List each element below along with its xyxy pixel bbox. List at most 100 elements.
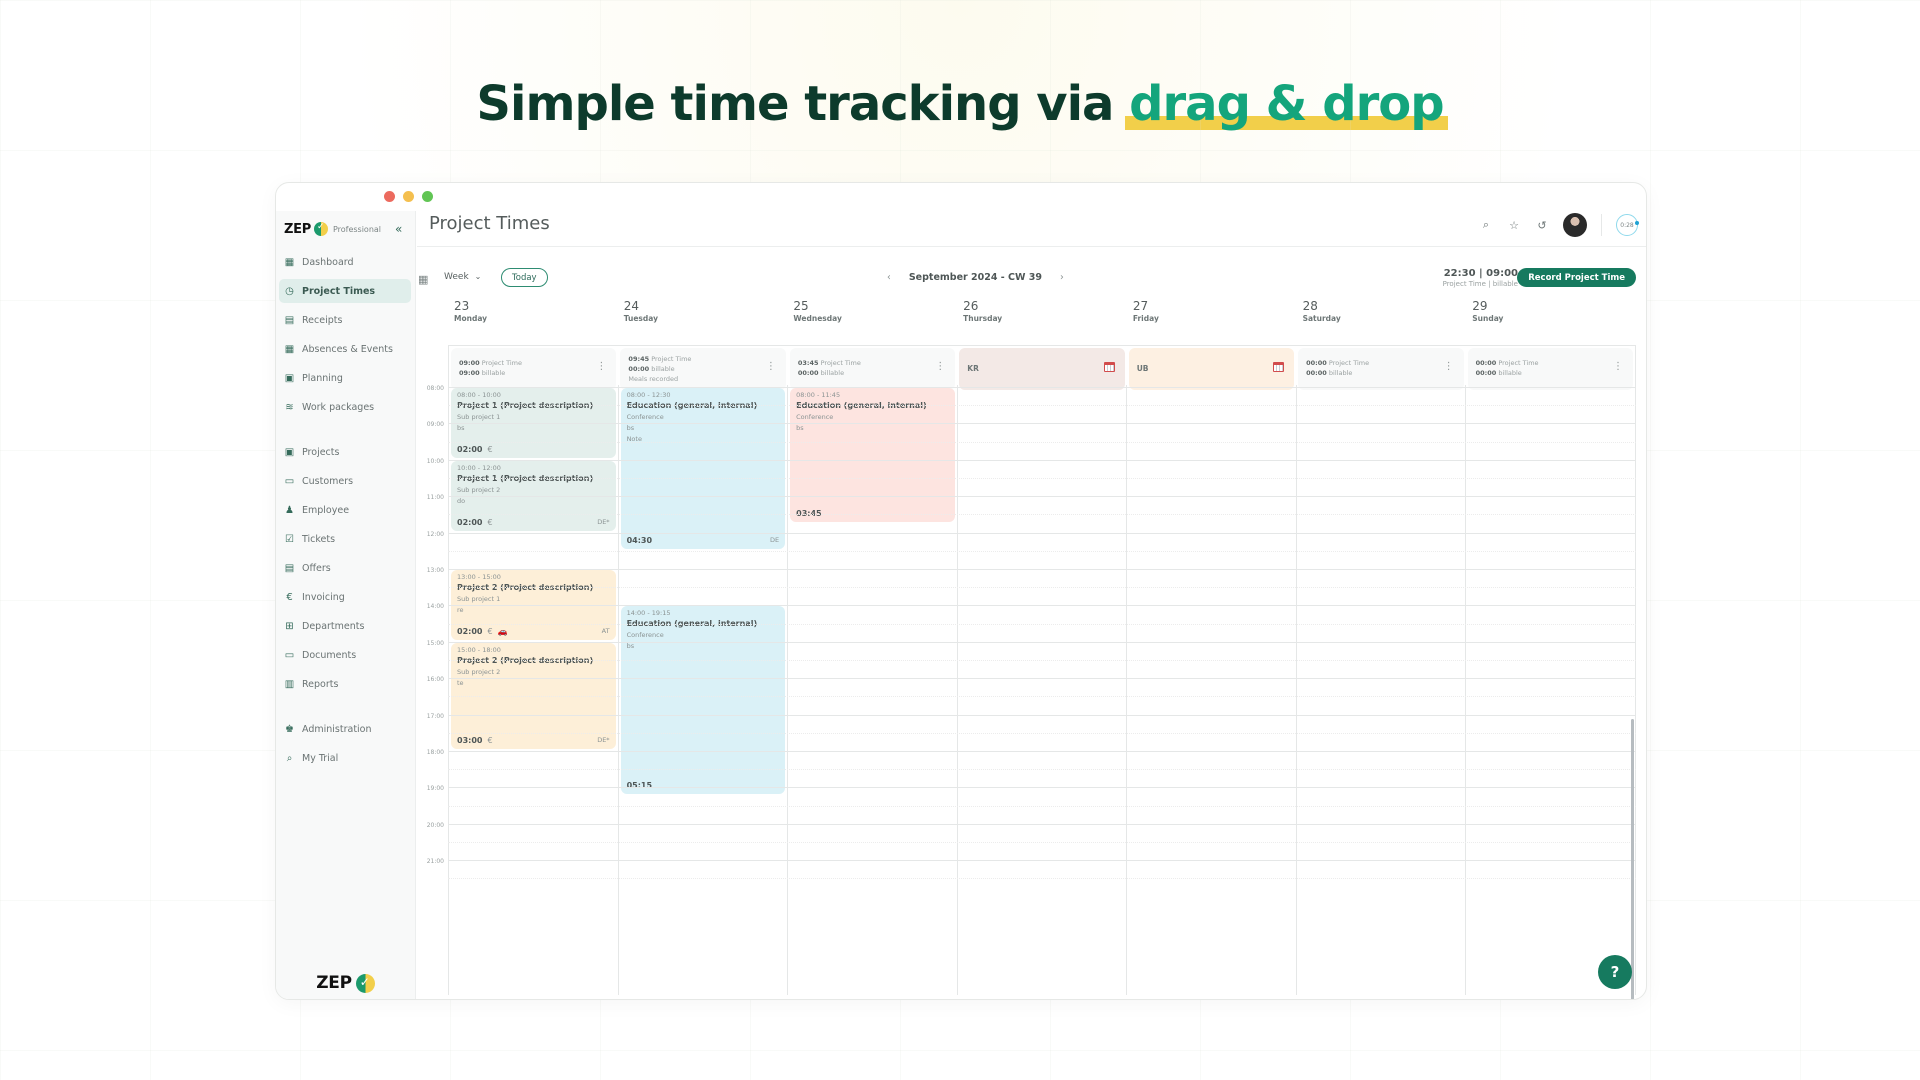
entry-region: DE* [597, 735, 610, 744]
sidebar-item-label: Invoicing [302, 591, 345, 603]
day-header: 26 Thursday [957, 299, 1127, 335]
day-header: 28 Saturday [1297, 299, 1467, 335]
absence-summary[interactable]: UB [1128, 348, 1295, 390]
entry-detail: bs [626, 424, 635, 432]
sidebar-item-absences-events[interactable]: ▦ Absences & Events [279, 337, 411, 361]
sidebar-item-project-times[interactable]: ◷ Project Times [279, 279, 411, 303]
star-icon[interactable]: ☆ [1507, 219, 1521, 232]
time-entry[interactable]: 08:00 - 12:30 Education (general, intern… [620, 388, 786, 549]
entry-detail: bs [457, 424, 465, 432]
view-selector[interactable]: Week ⌄ [444, 272, 481, 282]
sidebar-item-tickets[interactable]: ☑ Tickets [279, 527, 411, 551]
time-entry[interactable]: 14:00 - 19:15 Education (general, intern… [620, 606, 786, 795]
close-window-button[interactable] [384, 191, 395, 202]
projects-icon: ▣ [284, 446, 295, 458]
collapse-sidebar-icon[interactable]: « [395, 222, 402, 236]
sidebar-item-work-packages[interactable]: ≋ Work packages [279, 395, 411, 419]
day-column[interactable] [1297, 385, 1467, 995]
time-entry[interactable]: 08:00 - 11:45 Education (general, intern… [790, 388, 955, 522]
sidebar-item-customers[interactable]: ▭ Customers [279, 469, 411, 493]
day-column[interactable] [1127, 385, 1297, 995]
more-options-icon[interactable]: ⋮ [1613, 362, 1623, 372]
project-time-line: 03:45 Project Time [797, 359, 861, 367]
search-icon[interactable]: ⌕ [1479, 218, 1493, 232]
sidebar-item-my-trial[interactable]: ⌕ My Trial [279, 746, 411, 770]
billable-euro-icon: € [487, 735, 493, 745]
main-content: Project Times ⌕ ☆ ↺ 0:28 ▦ Week ⌄ Today ‹… [417, 183, 1646, 999]
day-column[interactable] [958, 385, 1128, 995]
sidebar-item-documents[interactable]: ▭ Documents [279, 643, 411, 667]
day-time-summary[interactable]: 09:00 Project Time 09:00 billable ⋮ [451, 348, 617, 390]
day-time-summary[interactable]: 03:45 Project Time 00:00 billable ⋮ [789, 348, 956, 390]
help-button[interactable]: ? [1598, 955, 1632, 989]
previous-week-icon[interactable]: ‹ [887, 272, 891, 283]
entry-detail: Sub project 2 [457, 667, 501, 676]
time-grid: 08:00 09:00 10:00 11:00 12:00 13:00 14:00 15:00… [417, 385, 1636, 995]
calendar-icon[interactable]: ▦ [418, 273, 428, 286]
timer-indicator[interactable]: 0:28 [1616, 214, 1639, 236]
more-options-icon[interactable]: ⋮ [596, 362, 606, 372]
billable-euro-icon: € [487, 517, 493, 527]
hour-label: 09:00 [426, 421, 444, 429]
day-column[interactable]: 08:00 - 12:30 Education (general, intern… [619, 385, 789, 995]
record-project-time-button[interactable]: Record Project Time [1517, 268, 1636, 287]
sidebar-item-receipts[interactable]: ▤ Receipts [279, 308, 411, 332]
hierarchy-icon: ⊞ [285, 620, 294, 632]
dashboard-icon: ▦ [284, 256, 295, 268]
day-column[interactable]: 08:00 - 11:45 Education (general, intern… [788, 385, 958, 995]
app-window: ZEP Professional « ▦ Dashboard ◷ Project Ti… [275, 182, 1647, 1000]
more-options-icon[interactable]: ⋮ [935, 362, 945, 372]
sidebar-item-invoicing[interactable]: € Invoicing [279, 585, 411, 609]
next-week-icon[interactable]: › [1060, 272, 1064, 283]
day-time-summary[interactable]: 00:00 Project Time 00:00 billable ⋮ [1467, 348, 1633, 390]
half-hour-gridline [448, 878, 1636, 880]
half-hour-gridline [448, 769, 1636, 771]
half-hour-gridline [448, 805, 1636, 807]
nav-spacer [276, 419, 415, 435]
day-number: 23 [454, 299, 470, 313]
summary-note: Meals recorded [628, 375, 679, 383]
project-time-line: 09:00 Project Time [459, 359, 522, 367]
entry-region: AT [601, 626, 610, 635]
vertical-scrollbar[interactable] [1631, 719, 1634, 999]
day-time-summary[interactable]: 09:45 Project Time 00:00 billable Meals r… [620, 348, 786, 390]
sidebar-item-departments[interactable]: ⊞ Departments [279, 614, 411, 638]
billable-line: 00:00 billable [1475, 369, 1522, 377]
sidebar-item-projects[interactable]: ▣ Projects [279, 440, 411, 464]
sidebar-item-label: Documents [302, 649, 357, 661]
sidebar-item-employee[interactable]: ♟ Employee [279, 498, 411, 522]
history-icon[interactable]: ↺ [1535, 219, 1549, 232]
today-button[interactable]: Today [501, 268, 548, 287]
sidebar-item-administration[interactable]: ♚ Administration [279, 717, 411, 741]
hour-label: 19:00 [426, 785, 444, 793]
entry-detail: Conference [626, 631, 664, 640]
sidebar-item-reports[interactable]: ▥ Reports [279, 672, 411, 696]
zep-check-logo-icon [355, 973, 375, 993]
entry-detail: bs [626, 642, 635, 651]
sidebar-item-offers[interactable]: ▤ Offers [279, 556, 411, 580]
car-travel-icon: 🚗 [497, 626, 508, 636]
sidebar-item-dashboard[interactable]: ▦ Dashboard [279, 250, 411, 274]
day-column[interactable] [1466, 385, 1636, 995]
sidebar-item-planning[interactable]: ▣ Planning [279, 366, 411, 390]
more-options-icon[interactable]: ⋮ [1444, 362, 1454, 372]
absence-code: UB [1136, 364, 1149, 373]
half-hour-gridline [448, 441, 1636, 443]
day-time-summary[interactable]: 00:00 Project Time 00:00 billable ⋮ [1298, 348, 1464, 390]
admin-user-icon: ♚ [285, 723, 294, 735]
entry-detail: Conference [796, 413, 834, 421]
absence-summary[interactable]: KR [959, 348, 1125, 390]
top-bar: Project Times ⌕ ☆ ↺ 0:28 [417, 183, 1646, 247]
entry-duration: 03:00 € [457, 735, 493, 745]
sidebar-item-label: Absences & Events [302, 343, 393, 355]
day-header: 24 Tuesday [618, 299, 788, 335]
hour-gridline [448, 387, 1636, 388]
more-options-icon[interactable]: ⋮ [766, 362, 776, 372]
half-hour-gridline [448, 623, 1636, 625]
entry-duration: 02:00 € [457, 517, 493, 527]
minimize-window-button[interactable] [403, 191, 414, 202]
marketing-headline: Simple time tracking via drag & drop [0, 76, 1920, 132]
day-column[interactable]: 08:00 - 10:00 Project 1 (Project descrip… [449, 385, 619, 995]
user-avatar[interactable] [1563, 213, 1587, 237]
half-hour-gridline [448, 732, 1636, 734]
